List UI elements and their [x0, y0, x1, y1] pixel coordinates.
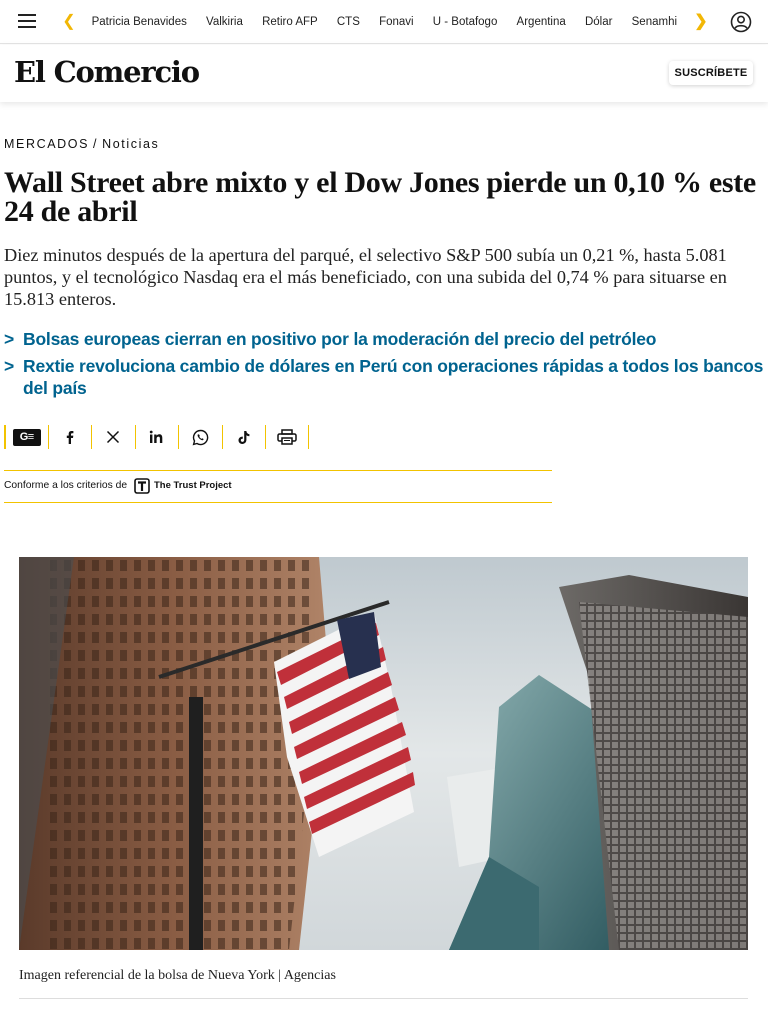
facebook-share-button[interactable]	[47, 425, 92, 449]
el-comercio-logo[interactable]: El Comercio	[14, 55, 200, 89]
breadcrumb-subsection[interactable]: Noticias	[102, 137, 159, 151]
nav-link-u-botafogo[interactable]: U - Botafogo	[423, 16, 507, 28]
google-news-label: G≡	[19, 430, 34, 443]
user-account-icon[interactable]	[730, 11, 752, 33]
caption-divider	[19, 998, 748, 999]
related-link-1[interactable]: > Bolsas europeas cierran en positivo po…	[4, 328, 764, 350]
article-lead: Diez minutos después de la apertura del …	[4, 245, 727, 309]
chevron-right-icon[interactable]: ❯	[690, 12, 712, 32]
nav-link-dolar[interactable]: Dólar	[575, 16, 622, 28]
related-link-2[interactable]: > Rextie revoluciona cambio de dólares e…	[4, 355, 764, 399]
nav-link-valkiria[interactable]: Valkiria	[196, 16, 252, 28]
google-news-button[interactable]: G≡	[4, 425, 48, 449]
tiktok-share-button[interactable]	[221, 425, 266, 449]
trust-project-logo-icon[interactable]	[134, 478, 150, 494]
x-icon	[107, 430, 120, 444]
chevron-left-icon[interactable]: ❮	[62, 12, 76, 32]
article-headline: Wall Street abre mixto y el Dow Jones pi…	[4, 166, 756, 228]
linkedin-icon	[150, 430, 163, 443]
subscribe-button[interactable]: SUSCRÍBETE	[669, 61, 753, 85]
google-news-icon: G≡	[12, 428, 41, 446]
related-link-text[interactable]: Rextie revoluciona cambio de dólares en …	[23, 356, 763, 398]
print-button[interactable]	[265, 425, 309, 449]
x-share-button[interactable]	[91, 425, 135, 449]
linkedin-share-button[interactable]	[134, 425, 179, 449]
brand-header: El Comercio SUSCRÍBETE	[0, 45, 768, 102]
wall-street-photo	[19, 557, 748, 950]
article-hero-image	[19, 557, 748, 950]
related-link-text[interactable]: Bolsas europeas cierran en positivo por …	[23, 329, 656, 349]
whatsapp-share-button[interactable]	[178, 425, 222, 449]
nav-link-patricia-benavides[interactable]: Patricia Benavides	[82, 16, 196, 28]
share-bar: G≡	[4, 424, 309, 450]
print-icon	[277, 429, 297, 445]
nav-link-argentina[interactable]: Argentina	[507, 16, 575, 28]
trending-links: Patricia Benavides Valkiria Retiro AFP C…	[82, 0, 687, 44]
facebook-icon	[66, 431, 74, 444]
chevron-right-icon: >	[4, 356, 15, 376]
breadcrumb: MERCADOS / Noticias	[4, 137, 159, 151]
tiktok-icon	[238, 430, 250, 444]
top-nav-bar: ❮ Patricia Benavides Valkiria Retiro AFP…	[0, 0, 768, 44]
image-caption: Imagen referencial de la bolsa de Nueva …	[19, 968, 336, 983]
hamburger-menu-icon[interactable]	[18, 13, 36, 29]
nav-link-retiro-afp[interactable]: Retiro AFP	[252, 16, 327, 28]
nav-link-fonavi[interactable]: Fonavi	[369, 16, 423, 28]
nav-link-cts[interactable]: CTS	[327, 16, 369, 28]
chevron-right-icon: >	[4, 329, 15, 349]
trust-project-box: Conforme a los criterios de The Trust Pr…	[4, 470, 552, 503]
whatsapp-icon	[192, 429, 209, 445]
related-links: > Bolsas europeas cierran en positivo po…	[4, 328, 764, 404]
trust-project-name[interactable]: The Trust Project	[154, 480, 232, 491]
nav-link-senamhi[interactable]: Senamhi	[622, 16, 687, 28]
breadcrumb-separator: /	[93, 137, 99, 151]
breadcrumb-section[interactable]: MERCADOS	[4, 137, 89, 151]
trust-label: Conforme a los criterios de	[4, 480, 128, 491]
